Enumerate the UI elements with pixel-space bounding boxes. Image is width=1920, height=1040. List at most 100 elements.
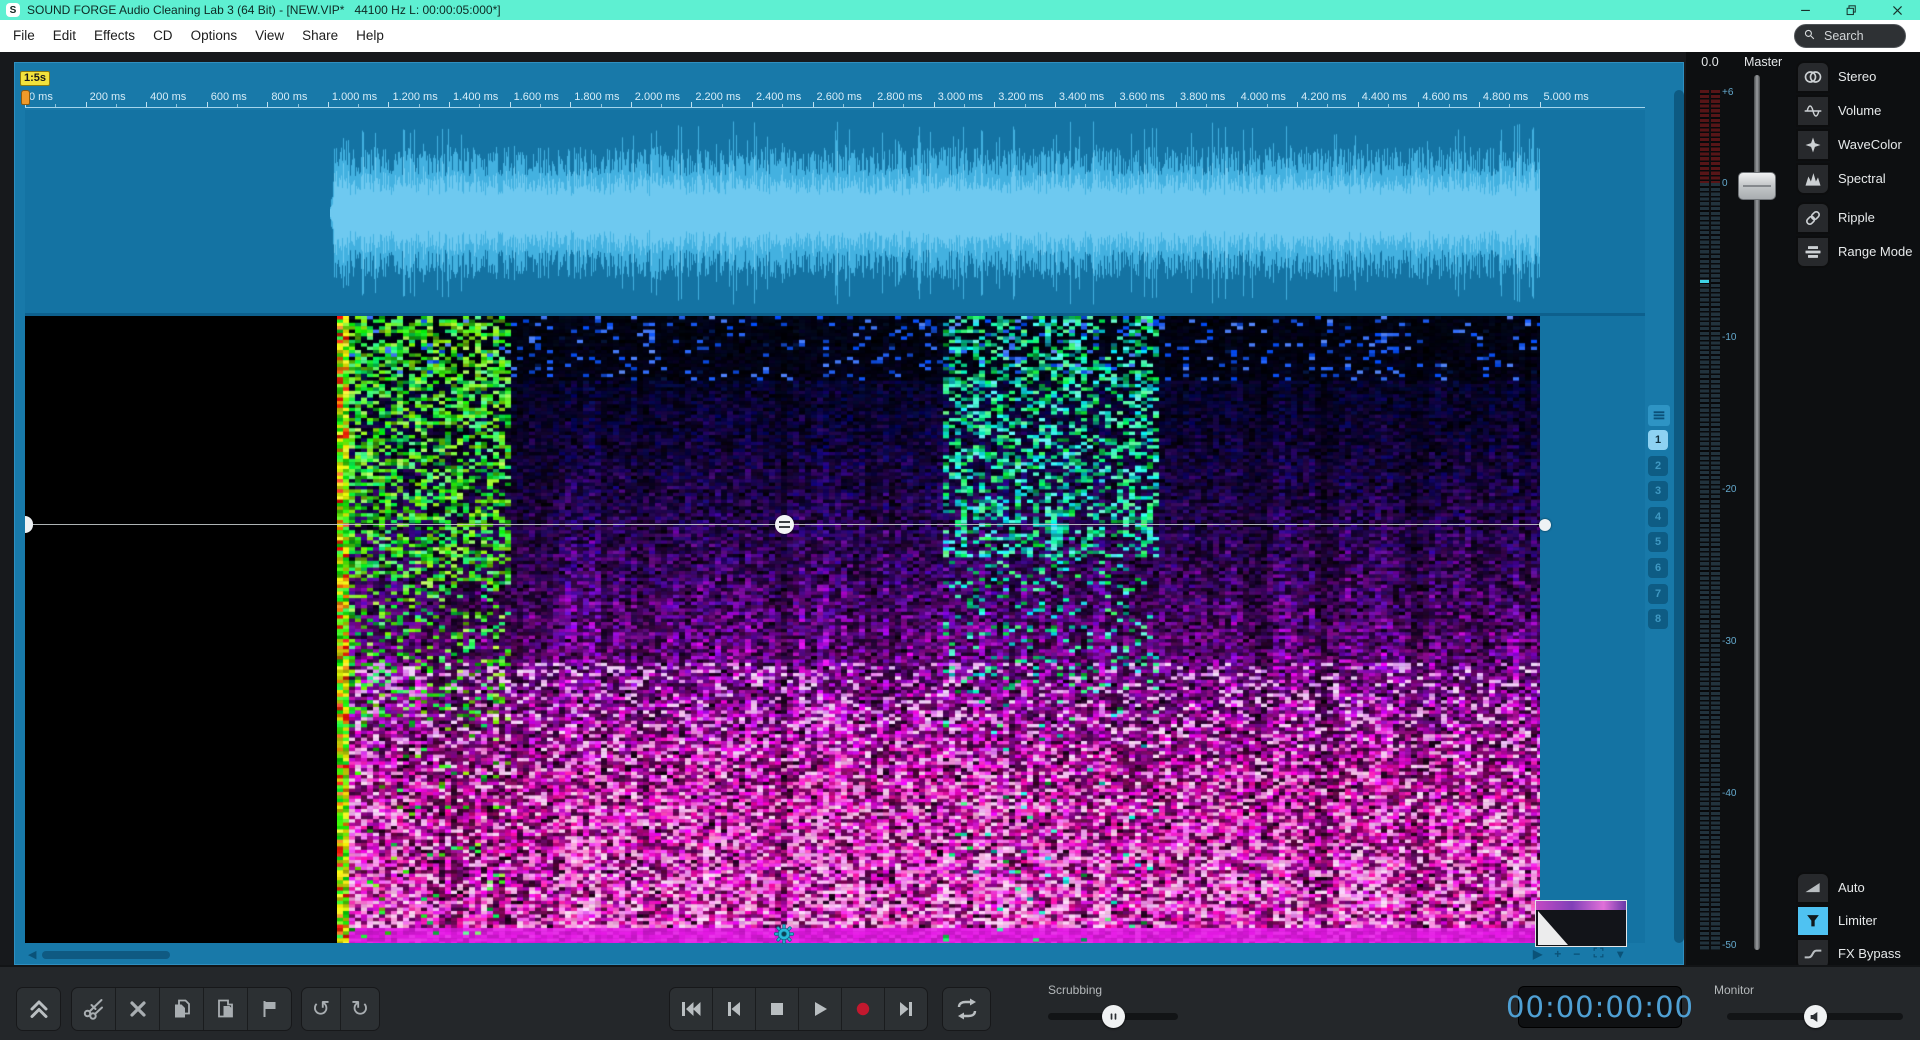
copy-button[interactable] bbox=[160, 988, 203, 1030]
meter-scale-label: -10 bbox=[1722, 332, 1736, 343]
minimize-button[interactable] bbox=[1782, 0, 1828, 20]
monitor-slider-handle[interactable] bbox=[1804, 1005, 1827, 1028]
spectrogram-canvas[interactable] bbox=[337, 316, 1540, 943]
ruler-label: 0 ms bbox=[29, 91, 53, 103]
track-button-8[interactable]: 8 bbox=[1648, 609, 1668, 629]
ruler-label: 200 ms bbox=[90, 91, 126, 103]
meter-scale-label: 0 bbox=[1722, 178, 1728, 189]
fx-button-label: Limiter bbox=[1838, 913, 1877, 929]
stop-icon bbox=[765, 997, 789, 1021]
play-button[interactable] bbox=[799, 988, 841, 1030]
track-list-menu-button[interactable] bbox=[1648, 405, 1670, 426]
menu-edit[interactable]: Edit bbox=[44, 20, 85, 52]
redo-button[interactable]: ↻ bbox=[341, 988, 379, 1030]
menu-file[interactable]: File bbox=[4, 20, 44, 52]
ruler-label: 3.400 ms bbox=[1059, 91, 1104, 103]
spectral-settings-gear-icon[interactable] bbox=[773, 923, 795, 945]
monitor-slider[interactable] bbox=[1727, 1005, 1903, 1027]
skip-start-button[interactable] bbox=[670, 988, 712, 1030]
search-input[interactable]: Search bbox=[1794, 24, 1906, 48]
restore-button[interactable] bbox=[1828, 0, 1874, 20]
track-button-7[interactable]: 7 bbox=[1648, 584, 1668, 604]
view-button-stereo[interactable] bbox=[1796, 61, 1830, 93]
track-button-3[interactable]: 3 bbox=[1648, 481, 1668, 501]
view-button-spectral[interactable] bbox=[1796, 163, 1830, 195]
zoom-in-button[interactable]: + bbox=[1554, 946, 1561, 962]
ruler-label: 1.600 ms bbox=[514, 91, 559, 103]
view-button-range-mode[interactable] bbox=[1796, 236, 1830, 268]
fx-button-label: FX Bypass bbox=[1838, 946, 1901, 962]
menu-options[interactable]: Options bbox=[182, 20, 247, 52]
view-button-volume[interactable] bbox=[1796, 95, 1830, 127]
menu-view[interactable]: View bbox=[246, 20, 293, 52]
scrollbar-thumb[interactable] bbox=[42, 951, 170, 959]
scrubbing-slider[interactable] bbox=[1048, 1005, 1178, 1027]
record-button[interactable] bbox=[842, 988, 884, 1030]
cut-button[interactable] bbox=[72, 988, 115, 1030]
monitor-label: Monitor bbox=[1714, 983, 1754, 997]
fx-button-auto[interactable] bbox=[1796, 872, 1830, 904]
scrubbing-slider-handle[interactable] bbox=[1102, 1005, 1125, 1028]
previous-button[interactable] bbox=[713, 988, 755, 1030]
meter-scale-label: -20 bbox=[1722, 484, 1736, 495]
fx-bypass-icon bbox=[1803, 944, 1823, 964]
menu-effects[interactable]: Effects bbox=[85, 20, 144, 52]
meter-scale-label: -40 bbox=[1722, 788, 1736, 799]
track-button-5[interactable]: 5 bbox=[1648, 532, 1668, 552]
collapse-button[interactable] bbox=[17, 988, 60, 1030]
track-button-2[interactable]: 2 bbox=[1648, 456, 1668, 476]
level-meter-left bbox=[1700, 90, 1709, 950]
horizontal-scrollbar[interactable]: ◀ bbox=[25, 948, 1645, 962]
selection-right-handle[interactable] bbox=[1539, 519, 1551, 531]
master-fader-track[interactable] bbox=[1754, 75, 1760, 950]
playhead-marker[interactable] bbox=[21, 90, 30, 105]
spectrogram-section[interactable] bbox=[25, 316, 1645, 943]
close-button[interactable] bbox=[1874, 0, 1920, 20]
meter-scale-label: -30 bbox=[1722, 636, 1736, 647]
delete-button[interactable] bbox=[116, 988, 159, 1030]
track-button-1[interactable]: 1 bbox=[1648, 430, 1668, 450]
ripple-icon bbox=[1803, 208, 1823, 228]
ruler-label: 5.000 ms bbox=[1544, 91, 1589, 103]
zoom-fit-button[interactable] bbox=[1592, 946, 1605, 963]
view-button-label: Volume bbox=[1838, 103, 1881, 119]
peak-hold-indicator bbox=[1700, 280, 1709, 283]
fx-button-limiter[interactable] bbox=[1796, 905, 1830, 937]
zoom-out-button[interactable]: − bbox=[1573, 946, 1580, 962]
window-controls bbox=[1782, 0, 1920, 20]
scroll-right-arrow[interactable]: ▶ bbox=[1533, 946, 1542, 962]
ruler-label: 1.000 ms bbox=[332, 91, 377, 103]
scroll-left-arrow[interactable]: ◀ bbox=[28, 948, 36, 962]
spectral-icon bbox=[1803, 169, 1823, 189]
stop-button[interactable] bbox=[756, 988, 798, 1030]
waveform-section[interactable] bbox=[25, 110, 1645, 313]
track-button-4[interactable]: 4 bbox=[1648, 507, 1668, 527]
view-button-wavecolor[interactable] bbox=[1796, 129, 1830, 161]
next-button[interactable] bbox=[885, 988, 927, 1030]
paste-button[interactable] bbox=[204, 988, 247, 1030]
limiter-icon bbox=[1803, 911, 1823, 931]
zoom-overview-thumbnail[interactable] bbox=[1535, 900, 1627, 947]
marker-button[interactable] bbox=[248, 988, 291, 1030]
menu-cd[interactable]: CD bbox=[144, 20, 182, 52]
timeline-ruler[interactable]: 0 ms200 ms400 ms600 ms800 ms1.000 ms1.20… bbox=[25, 90, 1645, 107]
vertical-scrollbar[interactable] bbox=[1674, 90, 1684, 943]
zoom-menu-button[interactable]: ▾ bbox=[1617, 946, 1623, 962]
menu-share[interactable]: Share bbox=[293, 20, 347, 52]
view-button-ripple[interactable] bbox=[1796, 202, 1830, 234]
selection-center-handle[interactable] bbox=[775, 515, 794, 534]
waveform-canvas[interactable] bbox=[330, 110, 1540, 313]
spectrogram-empty-region[interactable] bbox=[25, 316, 337, 943]
zoom-controls: ▶ + − ▾ bbox=[1533, 946, 1623, 962]
loop-button[interactable] bbox=[943, 988, 990, 1030]
view-button-label: Spectral bbox=[1838, 171, 1886, 187]
master-fader-handle[interactable] bbox=[1738, 172, 1776, 200]
menu-help[interactable]: Help bbox=[347, 20, 393, 52]
app-window: S SOUND FORGE Audio Cleaning Lab 3 (64 B… bbox=[0, 0, 1920, 1040]
undo-button[interactable]: ↺ bbox=[302, 988, 340, 1030]
undo-icon: ↺ bbox=[312, 998, 330, 1020]
ruler-label: 3.000 ms bbox=[938, 91, 983, 103]
track-button-6[interactable]: 6 bbox=[1648, 558, 1668, 578]
ruler-label: 800 ms bbox=[271, 91, 307, 103]
meter-scale-label: +6 bbox=[1722, 87, 1733, 98]
